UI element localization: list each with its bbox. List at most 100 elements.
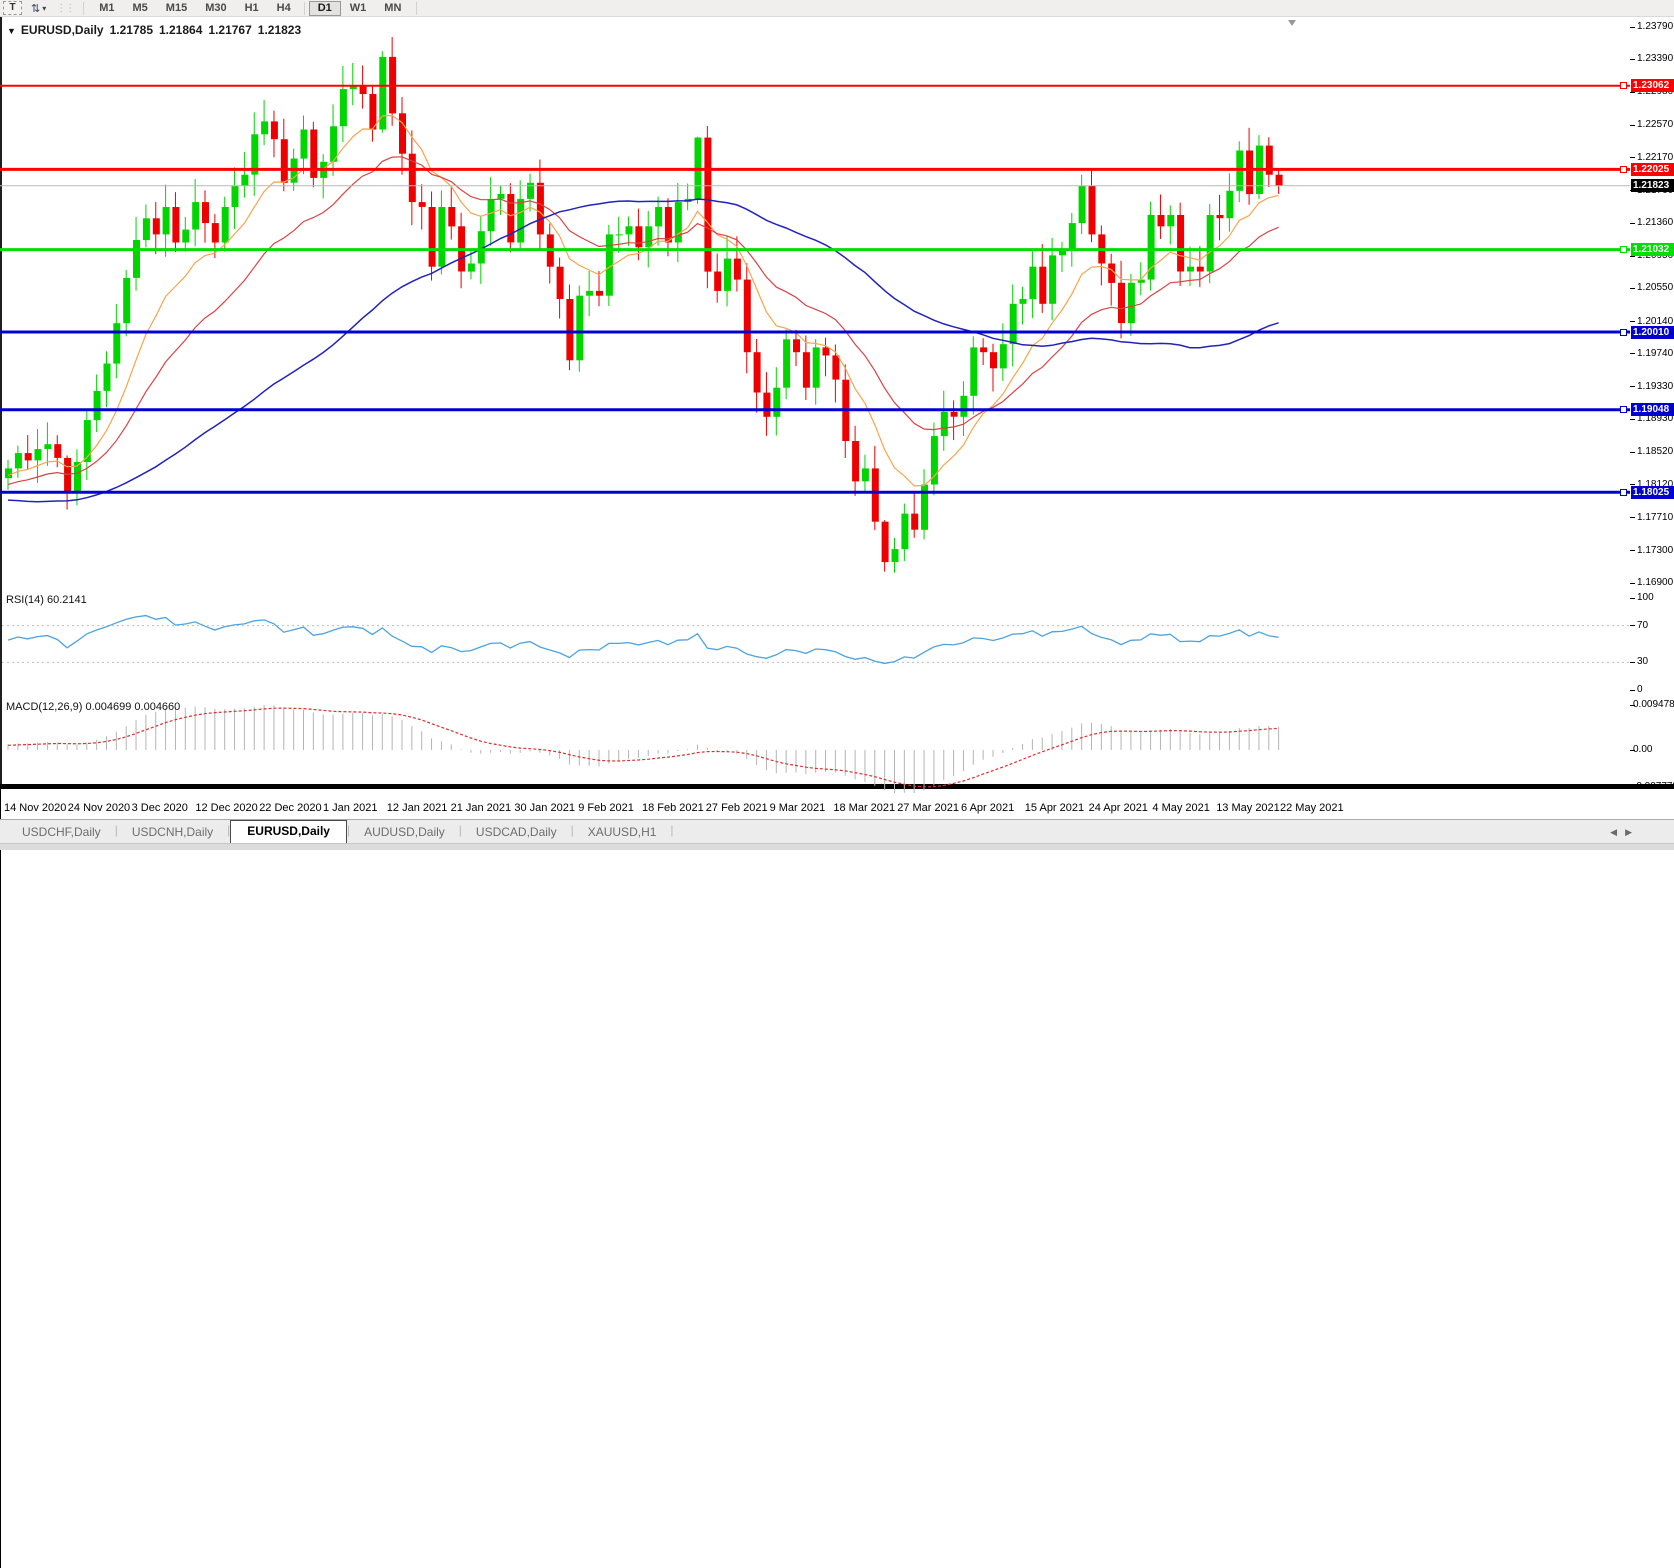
chart-window: ▼EURUSD,Daily1.217851.218641.217671.2182… xyxy=(0,0,1674,1568)
symbol-dropdown-icon[interactable]: ▼ xyxy=(7,26,16,36)
price-tick-label: 1.23390 xyxy=(1637,53,1673,65)
ohlc-open: 1.21785 xyxy=(110,23,153,37)
price-tick-label: 1.22170 xyxy=(1637,152,1673,164)
timeframe-button-m15[interactable]: M15 xyxy=(157,1,196,16)
price-tick-label: 1.16900 xyxy=(1637,577,1673,589)
rsi-line xyxy=(8,616,1279,664)
price-tick-label: 1.23790 xyxy=(1637,21,1673,33)
price-tick-label: 1.19330 xyxy=(1637,381,1673,393)
price-axis-tick xyxy=(1630,353,1635,354)
date-tick-label: 30 Jan 2021 xyxy=(514,802,575,814)
rsi-tick-label: 70 xyxy=(1637,620,1648,632)
macd-tick-label: 0.00 xyxy=(1633,744,1652,756)
date-tick-label: 27 Mar 2021 xyxy=(897,802,959,814)
timeframe-button-h1[interactable]: H1 xyxy=(236,1,268,16)
timeframe-button-m30[interactable]: M30 xyxy=(196,1,235,16)
date-tick-label: 9 Mar 2021 xyxy=(770,802,826,814)
line-anchor-handle[interactable] xyxy=(1620,166,1627,173)
macd-canvas[interactable] xyxy=(0,698,1630,798)
line-anchor-handle[interactable] xyxy=(1620,489,1627,496)
price-tick-label: 1.19740 xyxy=(1637,348,1673,360)
text-tool-button[interactable]: T xyxy=(3,1,22,15)
price-line-label[interactable]: 1.21032 xyxy=(1631,243,1674,256)
price-axis-tick xyxy=(1630,157,1635,158)
price-axis-tick xyxy=(1630,550,1635,551)
tab-scroll-arrows: ◀▶ xyxy=(1610,827,1640,838)
chart-tab-xauusd[interactable]: XAUUSD,H1 xyxy=(574,822,671,843)
price-tick-label: 1.20550 xyxy=(1637,282,1673,294)
date-tick-label: 4 May 2021 xyxy=(1152,802,1209,814)
macd-label: MACD(12,26,9) 0.004699 0.004660 xyxy=(6,701,180,713)
timeframe-button-d1[interactable]: D1 xyxy=(309,1,341,16)
price-axis-tick xyxy=(1630,419,1635,420)
price-line-label[interactable]: 1.20010 xyxy=(1631,326,1674,339)
rsi-canvas[interactable] xyxy=(0,591,1630,695)
price-axis-tick xyxy=(1630,288,1635,289)
tab-scroll-left-button[interactable]: ◀ xyxy=(1610,827,1625,837)
ma-fast-line xyxy=(8,116,1279,486)
ma-slow-line xyxy=(8,199,1279,502)
chart-tab-usdcad[interactable]: USDCAD,Daily xyxy=(462,822,571,843)
rsi-axis-tick xyxy=(1630,690,1635,691)
rsi-tick-label: 0 xyxy=(1637,684,1643,696)
date-tick-label: 27 Feb 2021 xyxy=(706,802,768,814)
chart-shift-marker[interactable] xyxy=(1288,20,1296,26)
rsi-axis-tick xyxy=(1630,625,1635,626)
price-axis-tick xyxy=(1630,125,1635,126)
timeframe-button-m5[interactable]: M5 xyxy=(124,1,157,16)
rsi-tick-label: 30 xyxy=(1637,656,1648,668)
line-anchor-handle[interactable] xyxy=(1620,329,1627,336)
top-toolbar: T ⇅ ▾ ⋮⋮ M1M5M15M30H1H4 D1W1MN xyxy=(0,0,1674,17)
price-line-label[interactable]: 1.19048 xyxy=(1631,403,1674,416)
chart-title: ▼EURUSD,Daily1.217851.218641.217671.2182… xyxy=(7,23,301,37)
rsi-tick-label: 100 xyxy=(1637,592,1654,604)
date-tick-label: 13 May 2021 xyxy=(1216,802,1280,814)
date-tick-label: 18 Mar 2021 xyxy=(833,802,895,814)
timeframe-button-h4[interactable]: H4 xyxy=(268,1,300,16)
rsi-label: RSI(14) 60.2141 xyxy=(6,594,87,606)
price-tick-label: 1.21360 xyxy=(1637,217,1673,229)
chart-tab-usdcnh[interactable]: USDCNH,Daily xyxy=(118,822,227,843)
chart-tab-audusd[interactable]: AUDUSD,Daily xyxy=(350,822,459,843)
price-line-label[interactable]: 1.23062 xyxy=(1631,79,1674,92)
price-axis-tick xyxy=(1630,321,1635,322)
dropdown-caret-icon: ▾ xyxy=(42,4,46,13)
date-tick-label: 12 Jan 2021 xyxy=(387,802,448,814)
date-tick-label: 22 Dec 2020 xyxy=(259,802,321,814)
price-line-label[interactable]: 1.18025 xyxy=(1631,486,1674,499)
date-tick-label: 24 Nov 2020 xyxy=(68,802,130,814)
date-tick-label: 1 Jan 2021 xyxy=(323,802,377,814)
timeframe-toolbar: M1M5M15M30H1H4 D1W1MN xyxy=(90,0,410,17)
line-anchor-handle[interactable] xyxy=(1620,82,1627,89)
price-chart-canvas[interactable] xyxy=(0,19,1630,588)
price-line-label[interactable]: 1.22025 xyxy=(1631,163,1674,176)
date-tick-label: 21 Jan 2021 xyxy=(451,802,512,814)
chart-tab-usdchf[interactable]: USDCHF,Daily xyxy=(8,822,115,843)
chart-tab-eurusd[interactable]: EURUSD,Daily xyxy=(230,820,347,843)
price-tick-label: 1.22570 xyxy=(1637,119,1673,131)
toolbar-separator xyxy=(416,2,417,15)
timeframe-button-mn[interactable]: MN xyxy=(375,1,410,16)
tab-scroll-right-button[interactable]: ▶ xyxy=(1625,827,1640,837)
line-anchor-handle[interactable] xyxy=(1620,406,1627,413)
price-axis-tick xyxy=(1630,223,1635,224)
toolbar-grip[interactable]: ⋮⋮ xyxy=(56,3,74,14)
price-tick-label: 1.17300 xyxy=(1637,545,1673,557)
date-tick-label: 6 Apr 2021 xyxy=(961,802,1014,814)
macd-signal-line xyxy=(8,708,1279,787)
line-anchor-handle[interactable] xyxy=(1620,246,1627,253)
symbol-label: EURUSD,Daily xyxy=(21,23,104,37)
date-tick-label: 3 Dec 2020 xyxy=(132,802,188,814)
timeframe-button-m1[interactable]: M1 xyxy=(90,1,123,16)
ohlc-high: 1.21864 xyxy=(159,23,202,37)
price-tick-label: 1.18520 xyxy=(1637,446,1673,458)
price-axis-line xyxy=(0,789,1,1568)
date-tick-label: 24 Apr 2021 xyxy=(1089,802,1148,814)
date-tick-label: 18 Feb 2021 xyxy=(642,802,704,814)
macd-histogram xyxy=(8,705,1279,793)
price-axis-tick xyxy=(1630,452,1635,453)
timeframe-button-w1[interactable]: W1 xyxy=(341,1,376,16)
price-tick-label: 1.17710 xyxy=(1637,512,1673,524)
arrows-tool-button[interactable]: ⇅ ▾ xyxy=(28,1,49,16)
price-axis-tick xyxy=(1630,59,1635,60)
